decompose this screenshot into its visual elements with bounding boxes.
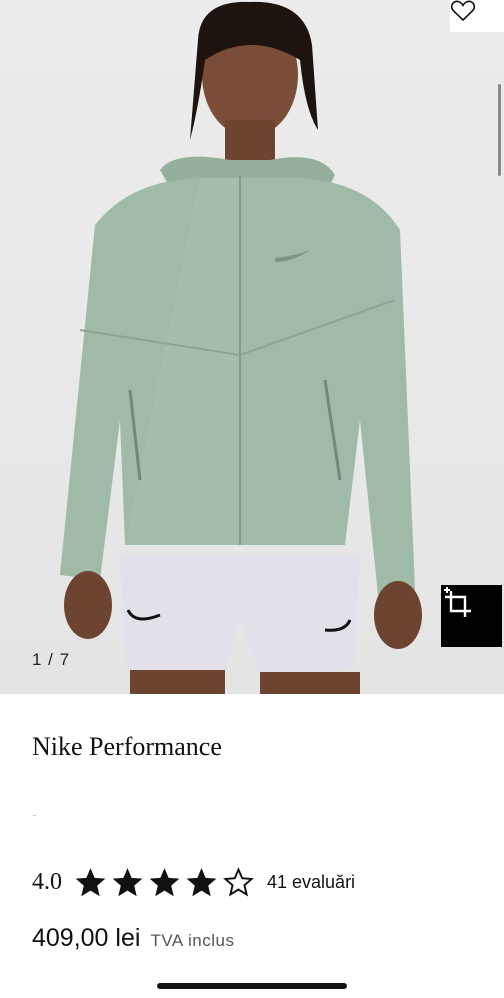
- product-image-gallery[interactable]: 1 / 7: [0, 0, 504, 694]
- star-filled-icon: [112, 867, 143, 896]
- heart-icon: [450, 0, 476, 22]
- product-brand[interactable]: Nike Performance: [32, 732, 222, 762]
- review-count[interactable]: 41 evaluări: [267, 872, 355, 893]
- favorite-button[interactable]: [450, 0, 504, 32]
- scroll-indicator: [498, 84, 501, 176]
- rating-value: 4.0: [32, 868, 62, 895]
- star-filled-icon: [75, 867, 106, 896]
- image-counter: 1 / 7: [32, 650, 71, 669]
- product-photo: [60, 1, 422, 694]
- product-price: 409,00 lei: [32, 924, 141, 952]
- rating-row[interactable]: 4.0 41 evaluări: [32, 862, 355, 902]
- star-outline-icon: [223, 866, 254, 896]
- divider: [33, 815, 36, 816]
- price-row: 409,00 lei TVA inclus: [32, 924, 235, 953]
- try-on-button[interactable]: [441, 585, 502, 647]
- home-indicator[interactable]: [157, 983, 347, 989]
- vat-note: TVA inclus: [150, 931, 235, 950]
- try-on-icon: [444, 587, 471, 617]
- rating-stars: [74, 866, 255, 899]
- star-filled-icon: [186, 867, 217, 896]
- star-filled-icon: [149, 867, 180, 896]
